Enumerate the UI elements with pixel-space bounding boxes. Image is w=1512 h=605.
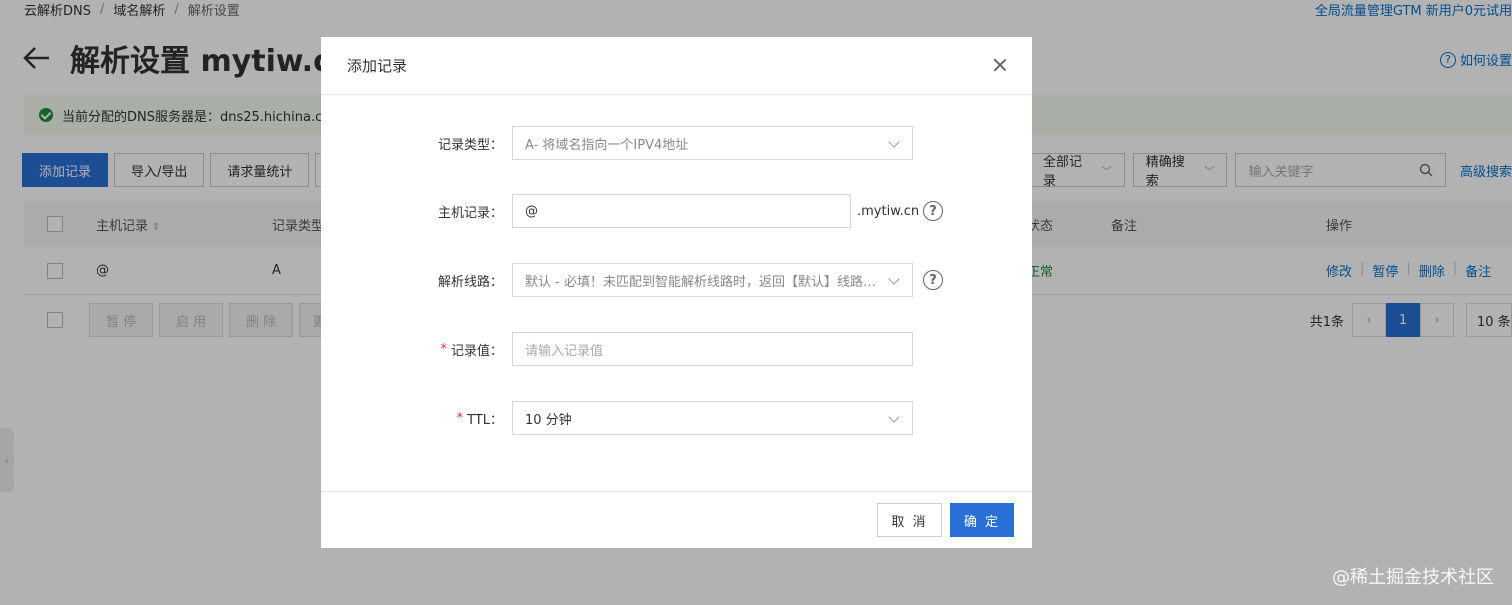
host-record-input[interactable]: @ xyxy=(512,194,851,228)
ttl-select[interactable]: 10 分钟 xyxy=(512,401,913,435)
record-value-label: * 记录值： xyxy=(440,341,503,359)
cancel-button[interactable]: 取 消 xyxy=(877,503,942,537)
record-value-placeholder: 请输入记录值 xyxy=(525,343,604,359)
line-label: 解析线路： xyxy=(437,274,503,290)
chevron-down-icon xyxy=(888,411,900,423)
record-type-value: A- 将域名指向一个IPV4地址 xyxy=(525,137,689,153)
line-row: 解析线路： 默认 - 必填！未匹配到智能解析线路时，返回【默认】线路设置结果 ? xyxy=(321,263,943,297)
record-value-row: * 记录值： 请输入记录值 xyxy=(321,332,913,366)
record-value-input[interactable]: 请输入记录值 xyxy=(512,332,913,366)
ttl-row: * TTL： 10 分钟 xyxy=(321,401,913,435)
watermark: @稀土掘金技术社区 xyxy=(1332,567,1494,588)
record-type-label: 记录类型： xyxy=(437,137,503,153)
record-type-row: 记录类型： A- 将域名指向一个IPV4地址 xyxy=(321,126,913,160)
modal-header: 添加记录 xyxy=(321,37,1032,95)
line-select[interactable]: 默认 - 必填！未匹配到智能解析线路时，返回【默认】线路设置结果 xyxy=(512,263,913,297)
ttl-value: 10 分钟 xyxy=(525,412,572,428)
chevron-down-icon xyxy=(888,136,900,148)
ttl-label: * TTL： xyxy=(456,410,503,428)
required-mark: * xyxy=(456,410,464,426)
confirm-button[interactable]: 确 定 xyxy=(950,503,1014,537)
question-icon[interactable]: ? xyxy=(923,270,943,290)
record-type-select[interactable]: A- 将域名指向一个IPV4地址 xyxy=(512,126,913,160)
close-icon[interactable] xyxy=(992,57,1008,73)
add-record-modal: 添加记录 记录类型： A- 将域名指向一个IPV4地址 主机记录： @ .myt… xyxy=(321,37,1032,548)
required-mark: * xyxy=(440,341,447,357)
domain-suffix: .mytiw.cn xyxy=(857,203,920,219)
host-record-row: 主机记录： @ .mytiw.cn ? xyxy=(321,194,943,228)
modal-footer: 取 消 确 定 xyxy=(321,491,1032,548)
line-value: 默认 - 必填！未匹配到智能解析线路时，返回【默认】线路设置结果 xyxy=(525,274,885,290)
host-record-value: @ xyxy=(525,203,538,219)
host-record-label: 主机记录： xyxy=(437,205,503,221)
question-icon[interactable]: ? xyxy=(923,201,943,221)
chevron-down-icon xyxy=(888,273,900,285)
modal-title: 添加记录 xyxy=(347,57,408,75)
